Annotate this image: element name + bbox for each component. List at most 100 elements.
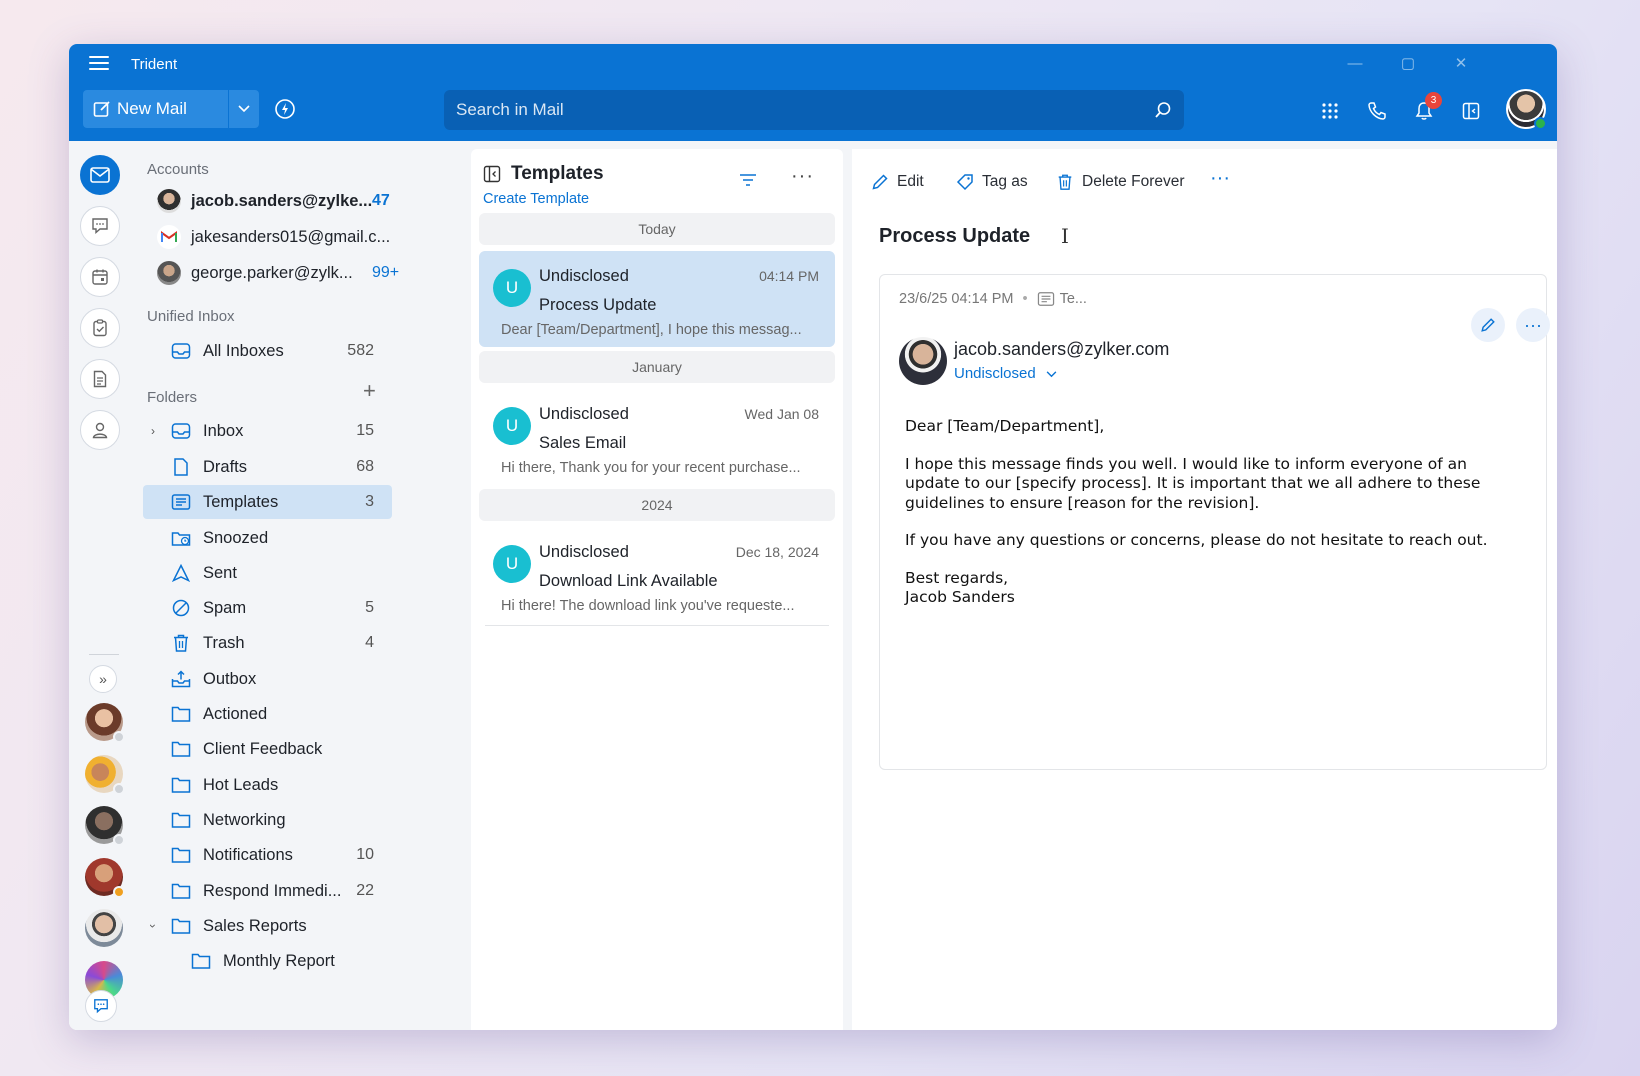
account-item[interactable]: george.parker@zylk... 99+ — [157, 257, 399, 289]
recipient-dropdown[interactable]: Undisclosed — [954, 365, 1057, 382]
chat-shortcut-button[interactable] — [85, 990, 117, 1022]
sender-avatar: U — [493, 269, 531, 307]
app-rail: » — [69, 141, 139, 1030]
tag-as-button[interactable]: Tag as — [956, 173, 1028, 191]
close-icon[interactable]: ✕ — [1441, 52, 1481, 76]
notifications-bell-icon[interactable]: 3 — [1409, 92, 1442, 126]
signature-line: Best regards, — [905, 568, 1009, 587]
app-header: Trident — ▢ ✕ New Mail Search in Mail 3 — [69, 44, 1557, 141]
body-line: update to our [specify process]. It is i… — [905, 474, 1481, 492]
folder-label: Actioned — [203, 704, 268, 723]
folder-item-client-feedback[interactable]: Client Feedback — [143, 732, 392, 766]
edit-button[interactable]: Edit — [871, 173, 924, 191]
account-email: jacob.sanders@zylke... — [191, 191, 373, 210]
folder-item-notifications[interactable]: Notifications 10 — [143, 838, 392, 872]
filter-icon[interactable] — [739, 173, 757, 187]
account-avatar — [157, 189, 181, 213]
folder-item-hot-leads[interactable]: Hot Leads — [143, 768, 392, 802]
app-title: Trident — [131, 56, 178, 73]
edit-template-button[interactable] — [1471, 308, 1505, 342]
list-item[interactable]: U Undisclosed Wed Jan 08 Sales Email Hi … — [479, 389, 835, 485]
folder-label: Templates — [203, 492, 279, 511]
maximize-icon[interactable]: ▢ — [1388, 52, 1428, 76]
expand-rail-button[interactable]: » — [89, 665, 117, 693]
folder-label: Sent — [203, 563, 237, 582]
quick-actions-button[interactable] — [274, 98, 296, 125]
draft-icon — [174, 458, 188, 476]
folder-item-drafts[interactable]: Drafts 68 — [143, 450, 392, 484]
folder-item-spam[interactable]: Spam 5 — [143, 591, 392, 625]
account-item[interactable]: jacob.sanders@zylke... 47 — [157, 185, 397, 217]
folder-label: All Inboxes — [203, 341, 284, 360]
contact-avatar[interactable] — [85, 703, 125, 743]
folder-icon — [171, 918, 191, 934]
tasks-app-button[interactable] — [80, 308, 120, 348]
more-options-icon[interactable]: ··· — [791, 165, 814, 188]
new-mail-dropdown[interactable] — [229, 90, 259, 128]
message-list-panel: Templates Create Template ··· Today U Un… — [469, 141, 844, 1030]
search-input[interactable]: Search in Mail — [456, 100, 1154, 120]
menu-icon[interactable] — [89, 56, 109, 72]
folder-item-outbox[interactable]: Outbox — [143, 662, 392, 696]
body-paragraph: I hope this message finds you well. I wo… — [905, 455, 1525, 514]
message-card: 23/6/25 04:14 PM • Te... ··· jacob.sande… — [879, 274, 1550, 770]
contact-avatar[interactable] — [85, 806, 125, 846]
message-subject: Download Link Available — [539, 572, 718, 590]
chat-app-button[interactable] — [80, 206, 120, 246]
delete-forever-button[interactable]: Delete Forever — [1056, 173, 1185, 191]
lightning-icon — [275, 99, 295, 119]
presence-status-icon — [113, 731, 125, 743]
all-inboxes-item[interactable]: All Inboxes 582 — [143, 334, 392, 368]
template-icon — [171, 494, 191, 510]
add-folder-icon[interactable]: + — [363, 378, 376, 404]
user-avatar[interactable] — [1506, 89, 1547, 130]
folder-item-templates[interactable]: Templates 3 — [143, 485, 392, 519]
calendar-app-button[interactable] — [80, 257, 120, 297]
chat-icon — [92, 218, 108, 235]
folder-count: 5 — [365, 599, 374, 616]
date-group-header: 2024 — [479, 489, 835, 521]
sender-avatar: U — [493, 545, 531, 583]
contacts-app-button[interactable] — [80, 410, 120, 450]
separator-dot: • — [1022, 291, 1028, 307]
new-mail-button[interactable]: New Mail — [83, 90, 228, 128]
folder-item-sent[interactable]: Sent — [143, 556, 392, 590]
apps-grid-icon[interactable] — [1315, 96, 1345, 126]
mail-app-button[interactable] — [80, 155, 120, 195]
folder-item-snoozed[interactable]: Snoozed — [143, 521, 392, 555]
new-mail-label: New Mail — [117, 99, 187, 118]
more-actions-icon[interactable]: ··· — [1210, 167, 1230, 190]
contact-avatar[interactable] — [85, 858, 125, 898]
folder-item-sales-reports[interactable]: › Sales Reports — [143, 909, 392, 943]
search-bar[interactable]: Search in Mail — [444, 90, 1184, 130]
list-item[interactable]: U Undisclosed 04:14 PM Process Update De… — [479, 251, 835, 347]
trash-icon — [174, 634, 188, 652]
chevron-down-icon[interactable]: › — [146, 924, 160, 928]
phone-icon[interactable] — [1362, 96, 1392, 126]
message-body: Dear [Team/Department], I hope this mess… — [905, 417, 1525, 626]
contact-avatar[interactable] — [85, 755, 125, 795]
folder-label: Networking — [203, 810, 286, 829]
sidebar-toggle-icon[interactable] — [1456, 96, 1486, 126]
collapse-pane-icon[interactable] — [483, 165, 501, 183]
message-more-icon[interactable]: ··· — [1516, 308, 1550, 342]
folder-icon — [171, 777, 191, 793]
search-icon[interactable] — [1154, 101, 1172, 119]
create-template-link[interactable]: Create Template — [483, 191, 589, 207]
folder-item-trash[interactable]: Trash 4 — [143, 626, 392, 660]
account-avatar — [157, 261, 181, 285]
folder-label: Respond Immedi... — [203, 881, 342, 900]
folder-item-inbox[interactable]: › Inbox 15 — [143, 414, 392, 448]
account-email: george.parker@zylk... — [191, 263, 353, 282]
account-item[interactable]: jakesanders015@gmail.c... — [157, 221, 397, 253]
folder-item-networking[interactable]: Networking — [143, 803, 392, 837]
chevron-down-icon — [1046, 365, 1057, 382]
contact-avatar[interactable] — [85, 909, 123, 947]
chevron-right-icon[interactable]: › — [151, 424, 155, 438]
folder-item-monthly-report[interactable]: Monthly Report — [143, 944, 392, 978]
minimize-icon[interactable]: — — [1335, 52, 1375, 76]
list-item[interactable]: U Undisclosed Dec 18, 2024 Download Link… — [479, 527, 835, 623]
folder-item-actioned[interactable]: Actioned — [143, 697, 392, 731]
folder-item-respond-immediately[interactable]: Respond Immedi... 22 — [143, 874, 392, 908]
notes-app-button[interactable] — [80, 359, 120, 399]
